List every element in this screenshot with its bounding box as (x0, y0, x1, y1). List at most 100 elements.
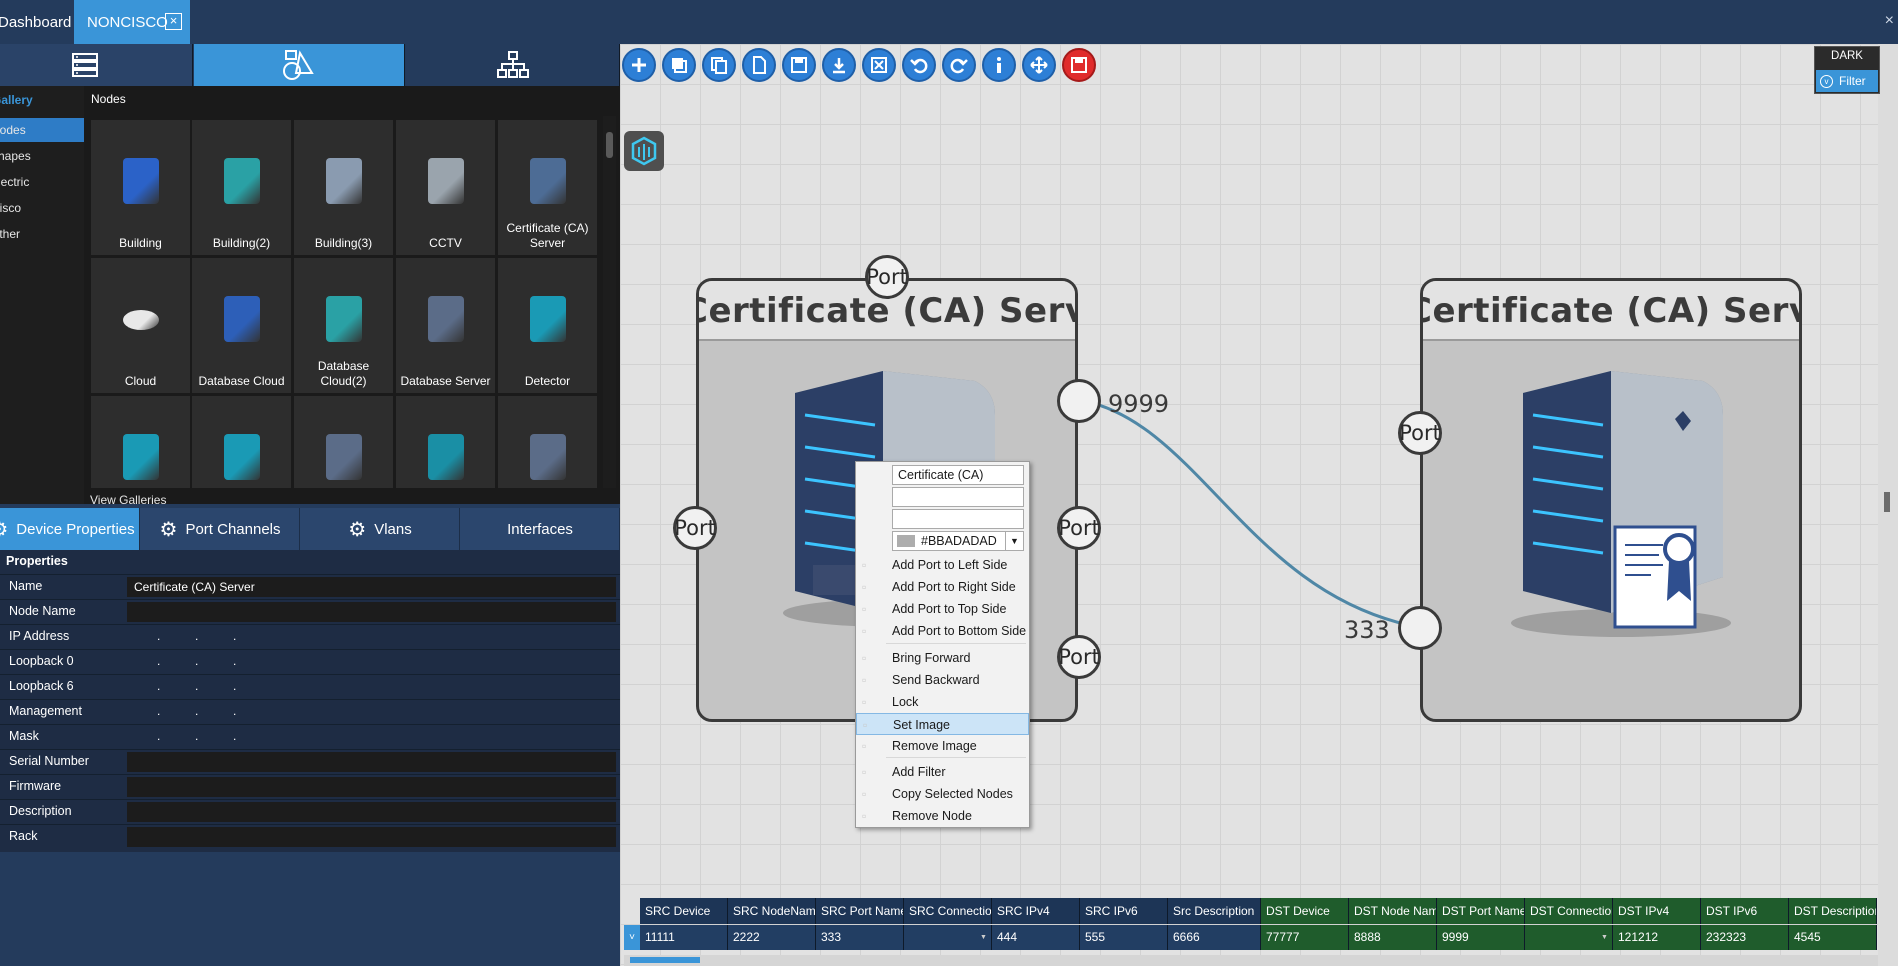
property-value-field[interactable] (127, 827, 616, 847)
grid-value-cell[interactable]: 4545 (1789, 925, 1877, 950)
excel-button[interactable] (862, 48, 896, 82)
tab-noncisco[interactable]: NONCISCO × (74, 0, 190, 44)
port-top[interactable]: Port (865, 255, 909, 299)
tab-topology[interactable] (406, 44, 620, 86)
canvas-scroll-thumb[interactable] (1884, 492, 1890, 512)
chevron-down-icon[interactable]: ▼ (1601, 925, 1608, 950)
grid-value-cell[interactable]: 9999 (1437, 925, 1525, 950)
remove-node-item[interactable]: ▫ Remove Node (856, 805, 1029, 827)
gallery-item[interactable]: Detector (498, 258, 597, 393)
window-close-icon[interactable]: × (1885, 12, 1894, 30)
grid-header-cell[interactable]: Src Description (1168, 898, 1261, 924)
gallery-item[interactable]: CCTV (396, 120, 495, 255)
save-red-button[interactable] (1062, 48, 1096, 82)
gallery-item[interactable]: Cloud (91, 258, 190, 393)
send-backward-item[interactable]: ▫ Send Backward (856, 669, 1029, 691)
property-value-field[interactable]: Certificate (CA) Server (127, 577, 616, 597)
info-button[interactable] (982, 48, 1016, 82)
chevron-down-icon[interactable]: ▼ (1005, 532, 1023, 550)
grid-value-cell[interactable]: 2222 (728, 925, 816, 950)
grid-header-cell[interactable]: SRC Device (640, 898, 728, 924)
dark-mode-toggle[interactable]: DARK (1814, 50, 1880, 62)
gallery-item[interactable]: Building(2) (192, 120, 291, 255)
grid-value-cell[interactable] (1525, 925, 1613, 950)
add-button[interactable] (622, 48, 656, 82)
grid-value-cell[interactable]: 77777 (1261, 925, 1349, 950)
canvas-vertical-scrollbar[interactable] (1878, 44, 1898, 966)
grid-header-cell[interactable]: DST Connection (1525, 898, 1613, 924)
port-left[interactable]: Port (673, 506, 717, 550)
row-expand-icon[interactable]: ˅ (624, 925, 640, 950)
grid-header-cell[interactable]: DST IPv6 (1701, 898, 1789, 924)
node-name-field[interactable]: Certificate (CA) Server (892, 465, 1024, 500)
filter-button[interactable]: v Filter (1816, 70, 1878, 92)
lock-item[interactable]: ▫ Lock (856, 691, 1029, 713)
property-value-field[interactable] (127, 602, 616, 622)
add-port-right-item[interactable]: ▫ Add Port to Right Side (856, 576, 1029, 598)
gallery-item[interactable]: Building(3) (294, 120, 393, 255)
grid-header-cell[interactable]: DST Device (1261, 898, 1349, 924)
set-image-item[interactable]: ▫ Set Image (856, 713, 1029, 735)
tab-port-channels[interactable]: ⚙ Port Channels (141, 508, 300, 550)
download-button[interactable] (822, 48, 856, 82)
gallery-item[interactable] (192, 396, 291, 488)
grid-header-cell[interactable]: DST IPv4 (1613, 898, 1701, 924)
port-right-1[interactable]: Port (1057, 506, 1101, 550)
property-value-field[interactable]: ... (127, 652, 267, 672)
tab-vlans[interactable]: ⚙ Vlans (301, 508, 460, 550)
tab-device-properties[interactable]: ⚙ Device Properties (0, 508, 140, 550)
gallery-item[interactable] (294, 396, 393, 488)
port-connected[interactable] (1057, 379, 1101, 423)
view-galleries-link[interactable]: View Galleries (90, 493, 166, 507)
gallery-item[interactable]: Building (91, 120, 190, 255)
copy-button[interactable] (702, 48, 736, 82)
property-value-field[interactable]: ... (127, 702, 267, 722)
context-field-2[interactable] (892, 487, 1024, 507)
tab-shapes[interactable] (194, 44, 405, 86)
stack-button[interactable] (662, 48, 696, 82)
category-nodes[interactable]: Nodes (0, 118, 84, 142)
tab-interfaces[interactable]: Interfaces (461, 508, 620, 550)
grid-value-cell[interactable]: 11111 (640, 925, 728, 950)
property-value-field[interactable]: ... (127, 727, 267, 747)
gallery-item[interactable] (396, 396, 495, 488)
gallery-scroll-thumb[interactable] (606, 132, 613, 158)
color-picker[interactable]: #BBADADAD ▼ (892, 531, 1024, 551)
gallery-item[interactable] (91, 396, 190, 488)
canvas-horizontal-scrollbar[interactable] (624, 955, 1878, 966)
property-value-field[interactable] (127, 752, 616, 772)
gallery-item[interactable] (498, 396, 597, 488)
remove-image-item[interactable]: ▫ Remove Image (856, 735, 1029, 757)
grid-value-cell[interactable]: 121212 (1613, 925, 1701, 950)
port-left[interactable]: Port (1398, 411, 1442, 455)
add-filter-item[interactable]: ▫ Add Filter (856, 761, 1029, 783)
context-field-3[interactable] (892, 509, 1024, 529)
property-value-field[interactable] (127, 802, 616, 822)
grid-value-cell[interactable]: 444 (992, 925, 1080, 950)
grid-header-cell[interactable]: SRC Port Name (816, 898, 904, 924)
horizontal-scroll-thumb[interactable] (630, 957, 700, 963)
add-port-bottom-item[interactable]: ▫ Add Port to Bottom Side (856, 620, 1029, 642)
tab-dashboard[interactable]: Dashboard (0, 0, 74, 44)
category-other[interactable]: Other (0, 222, 84, 246)
gallery-item[interactable]: Database Server (396, 258, 495, 393)
port-connected[interactable] (1398, 606, 1442, 650)
grid-value-cell[interactable]: 232323 (1701, 925, 1789, 950)
new-page-button[interactable] (742, 48, 776, 82)
property-value-field[interactable]: ... (127, 677, 267, 697)
property-value-field[interactable]: ... (127, 627, 267, 647)
grid-value-cell[interactable]: 8888 (1349, 925, 1437, 950)
close-tab-icon[interactable]: × (165, 13, 182, 30)
grid-value-cell[interactable]: 333 (816, 925, 904, 950)
grid-value-cell[interactable]: 555 (1080, 925, 1168, 950)
category-electric[interactable]: Electric (0, 170, 84, 194)
grid-value-cell[interactable] (904, 925, 992, 950)
category-cisco[interactable]: Cisco (0, 196, 84, 220)
add-port-left-item[interactable]: ▫ Add Port to Left Side (856, 554, 1029, 576)
node-certificate-server-2[interactable]: Certificate (CA) Server (1420, 278, 1802, 722)
save-button[interactable] (782, 48, 816, 82)
gallery-scrollbar[interactable] (603, 116, 616, 488)
copy-selected-nodes-item[interactable]: ▫ Copy Selected Nodes (856, 783, 1029, 805)
tab-devices[interactable] (0, 44, 193, 86)
grid-header-cell[interactable]: SRC Connection (904, 898, 992, 924)
